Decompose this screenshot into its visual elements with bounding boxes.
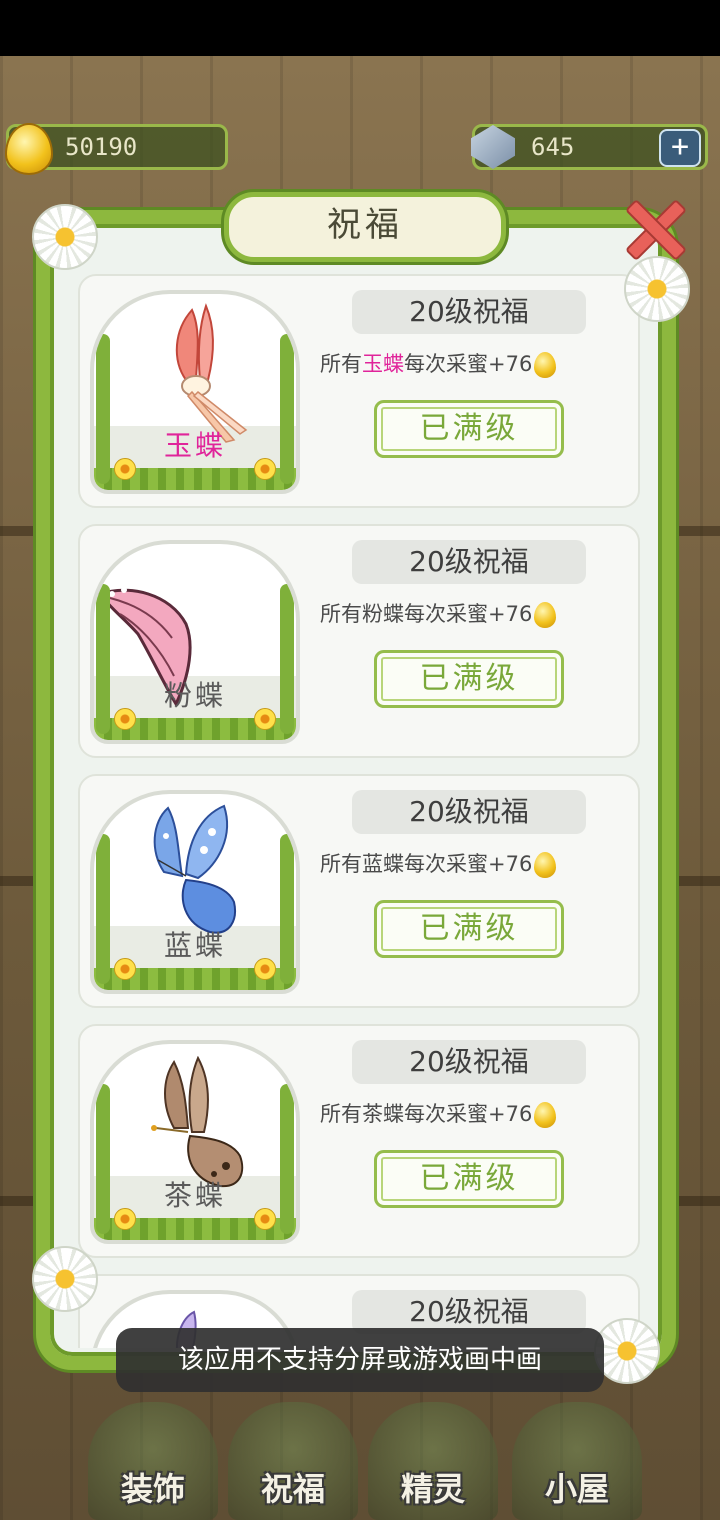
blessing-level-title: 20级祝福 [352,1040,586,1084]
max-level-button[interactable]: 已满级 [374,1150,564,1208]
blessing-card: 玉蝶 20级祝福 所有玉蝶每次采蜜+76 已满级 [78,274,640,508]
butterfly-portrait: 蓝蝶 [90,790,300,994]
blessing-description: 所有玉蝶每次采蜜+76 [320,346,632,382]
blessing-level-title: 20级祝福 [352,290,586,334]
honey-amount: 50190 [65,133,138,161]
butterfly-portrait: 茶蝶 [90,1040,300,1244]
nav-label: 装饰 [120,1470,185,1508]
gem-counter: 645 + [471,124,708,170]
blessing-level-title: 20级祝福 [352,790,586,834]
nav-cottage[interactable]: 小屋 [512,1402,642,1520]
butterfly-name: 蓝蝶 [163,929,226,962]
max-level-button[interactable]: 已满级 [374,650,564,708]
butterfly-portrait: 粉蝶 [90,540,300,744]
blessing-description: 所有粉蝶每次采蜜+76 [320,596,632,632]
honey-drop-icon [534,852,557,878]
add-gems-button[interactable]: + [659,129,701,167]
blue-butterfly-icon [153,804,236,934]
honey-counter: 50190 [5,123,228,175]
nav-label: 小屋 [544,1470,609,1508]
honey-drop-icon [534,352,557,378]
blessing-list[interactable]: 玉蝶 20级祝福 所有玉蝶每次采蜜+76 已满级 粉蝶 20级祝福 所有粉蝶每次… [78,268,644,1348]
butterfly-name: 玉蝶 [163,429,226,462]
butterfly-name: 茶蝶 [163,1179,226,1212]
daisy-icon [32,204,98,270]
blessing-card: 粉蝶 20级祝福 所有粉蝶每次采蜜+76 已满级 [78,524,640,758]
panel-title: 祝福 [224,192,506,262]
nav-spirit[interactable]: 精灵 [368,1402,498,1520]
blessing-card: 茶蝶 20级祝福 所有茶蝶每次采蜜+76 已满级 [78,1024,640,1258]
blessing-description: 所有茶蝶每次采蜜+76 [320,1096,632,1132]
daisy-icon [624,256,690,322]
honey-drop-icon [534,1102,557,1128]
nav-label: 祝福 [260,1470,325,1508]
nav-decoration[interactable]: 装饰 [88,1402,218,1520]
close-button[interactable] [620,194,686,260]
max-level-button[interactable]: 已满级 [374,900,564,958]
daisy-icon [32,1246,98,1312]
butterfly-portrait: 玉蝶 [90,290,300,494]
gem-icon [471,125,515,169]
status-bar [0,0,720,56]
blessing-level-title: 20级祝福 [352,540,586,584]
blessing-card: 蓝蝶 20级祝福 所有蓝蝶每次采蜜+76 已满级 [78,774,640,1008]
nav-blessing[interactable]: 祝福 [228,1402,358,1520]
max-level-button[interactable]: 已满级 [374,400,564,458]
bottom-nav: 装饰 祝福 精灵 小屋 [0,1390,720,1520]
butterfly-name: 粉蝶 [163,679,226,712]
gem-amount: 645 [531,133,575,161]
toast-message: 该应用不支持分屏或游戏画中画 [116,1328,604,1392]
blessing-description: 所有蓝蝶每次采蜜+76 [320,846,632,882]
nav-label: 精灵 [400,1470,465,1508]
honey-drop-icon [534,602,557,628]
honey-drop-icon [5,123,53,175]
